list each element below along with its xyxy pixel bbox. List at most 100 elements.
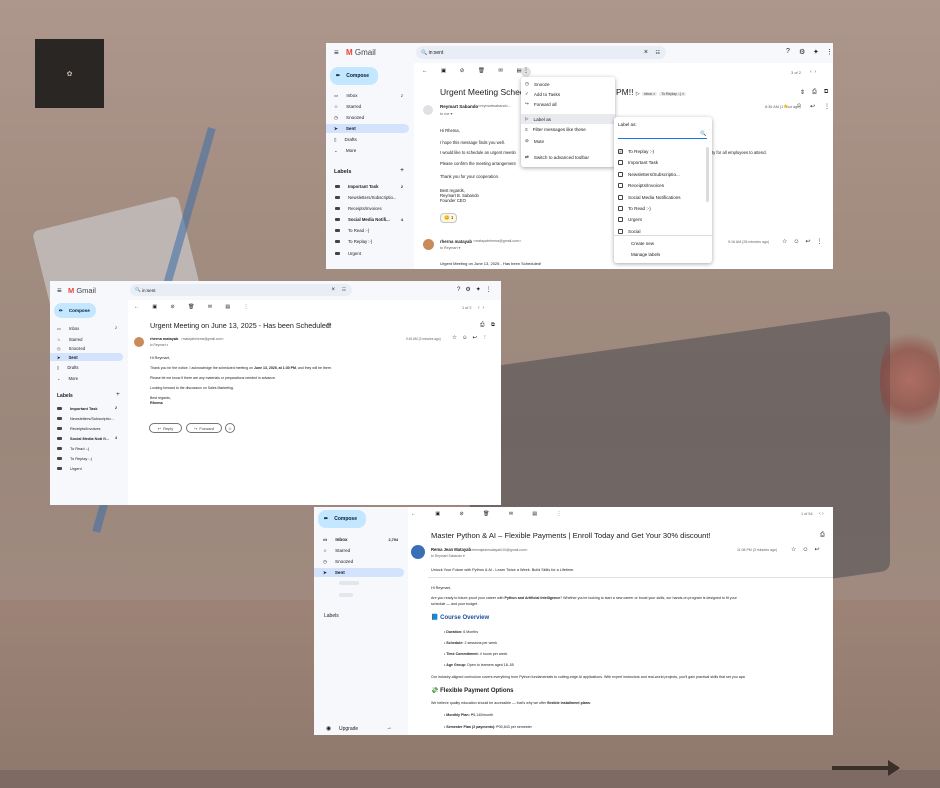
reply-icon[interactable]: ↩ xyxy=(810,103,815,110)
label-option[interactable]: Newsletters/Subscriptio... xyxy=(618,171,680,177)
menu-item[interactable]: ⊘ Mute xyxy=(525,138,544,144)
nav-item-sent[interactable]: ➤ Sent xyxy=(314,568,404,577)
menu-icon[interactable]: ≡ xyxy=(334,48,339,57)
label-item[interactable]: Important Task 2 xyxy=(50,404,123,412)
pager-arrows[interactable]: ‹ › xyxy=(819,511,824,517)
label-item[interactable]: To Replay :-) xyxy=(50,454,123,462)
label-item[interactable]: Receipts/Invoices xyxy=(50,424,123,432)
menu-item[interactable]: ⇄ Switch to advanced toolbar xyxy=(525,154,589,160)
upgrade-link[interactable]: Upgrade xyxy=(339,726,358,732)
message-actions[interactable]: ☆☺↩ xyxy=(791,546,826,553)
header-icons[interactable]: ?⚙✦⋮ xyxy=(457,286,497,293)
label-item[interactable]: Newsletters/Subscriptio... xyxy=(50,414,123,422)
nav-item-inbox[interactable]: ▭ Inbox 2 xyxy=(50,324,123,332)
label-item[interactable]: To Read :-) xyxy=(326,226,409,235)
menu-icon[interactable]: ≡ xyxy=(57,286,62,295)
toolbar-icons[interactable]: ← ▣ ⊘ 🗑 ✉ ▤ ⋮ xyxy=(411,511,571,517)
checkbox[interactable]: ✓ xyxy=(618,149,623,154)
menu-item[interactable]: ↪ Forward all xyxy=(525,101,557,107)
nav-item-starred[interactable]: ☆ Starred xyxy=(50,335,123,343)
search-bar[interactable]: 🔍 in:sent × ☷ xyxy=(416,46,666,59)
nav-item-snoozed[interactable]: ◷ Snoozed xyxy=(314,557,404,566)
pager-arrows[interactable]: ‹ › xyxy=(478,305,484,311)
settings-icon[interactable]: ⚙ xyxy=(799,48,805,56)
star-icon[interactable]: ★ xyxy=(783,103,788,110)
emoji-button[interactable]: ☺ xyxy=(225,423,235,433)
print-icon[interactable]: ⎙ xyxy=(820,532,825,539)
print-icon[interactable]: ⎙ xyxy=(480,322,484,329)
search-options-icon[interactable]: ☷ xyxy=(342,287,346,293)
help-icon[interactable]: ? xyxy=(786,48,790,55)
search-options-icon[interactable]: ☷ xyxy=(656,50,660,56)
label-option[interactable]: Important Task xyxy=(618,160,658,166)
reply-button[interactable]: ↩ Reply xyxy=(149,423,182,433)
expand-icon[interactable]: ⇕ xyxy=(800,89,805,96)
nav-item-inbox[interactable]: ▭ Inbox 2,794 xyxy=(314,535,404,544)
toolbar-icons[interactable]: ← ▣ ⊘ 🗑 ✉ ▤ xyxy=(422,68,528,74)
label-option[interactable]: To Read :-) xyxy=(618,206,651,211)
clear-search-icon[interactable]: × xyxy=(331,287,335,293)
label-scrollbar[interactable] xyxy=(706,147,709,202)
compose-button[interactable]: ✏ Compose xyxy=(330,67,378,85)
label-chip-toreplay[interactable]: To Replay :-) × xyxy=(659,92,687,96)
checkbox[interactable] xyxy=(618,160,623,166)
search-input[interactable]: in:sent xyxy=(142,288,156,293)
clear-search-icon[interactable]: × xyxy=(644,49,648,56)
nav-item-starred[interactable]: ☆ Starred xyxy=(326,102,409,111)
recipient[interactable]: to Reymart ▾ xyxy=(150,343,168,347)
recipient[interactable]: to me ▾ xyxy=(440,111,452,116)
menu-item[interactable]: ✓ Add to Tasks xyxy=(525,91,560,97)
nav-item-starred[interactable]: ☆ Starred xyxy=(314,546,404,555)
label-option[interactable]: Urgent xyxy=(618,217,642,223)
manage-labels[interactable]: Manage labels xyxy=(631,252,660,257)
menu-item[interactable]: ◷ Snooze xyxy=(525,81,550,87)
compose-button[interactable]: ✏ Compose xyxy=(318,510,366,528)
toolbar-icons[interactable]: ← ▣ ⊘ 🗑 ✉ ▤ ⋮ xyxy=(134,304,255,310)
label-item[interactable]: Important Task 2 xyxy=(326,182,409,191)
label-item[interactable]: To Read :-) xyxy=(50,444,123,452)
recipient[interactable]: to Reymart Sabando ▾ xyxy=(431,554,465,558)
forward-button[interactable]: ↪ Forward xyxy=(186,423,222,433)
label-option[interactable]: ✓ To Replay :-) xyxy=(618,149,654,154)
compose-button[interactable]: ✏ Compose xyxy=(54,303,96,318)
label-item[interactable]: Urgent xyxy=(50,464,123,472)
nav-item-snoozed[interactable]: ◷ Snoozed xyxy=(326,113,409,122)
label-item[interactable]: To Replay :-) xyxy=(326,237,409,246)
gemini-icon[interactable]: ✦ xyxy=(813,48,819,56)
label-option[interactable]: Receipts/Invoices xyxy=(618,183,664,189)
label-item[interactable]: Urgent xyxy=(326,249,409,258)
create-new-label[interactable]: Create new xyxy=(631,241,654,246)
nav-item-sent[interactable]: ➤ Sent xyxy=(50,353,123,361)
search-bar[interactable]: 🔍 in:sent × ☷ xyxy=(130,284,352,296)
nav-item-inbox[interactable]: ▭ Inbox 2 xyxy=(326,91,409,100)
menu-item[interactable]: ≡ Filter messages like these xyxy=(525,127,586,132)
checkbox[interactable] xyxy=(618,183,623,189)
add-label-icon[interactable]: + xyxy=(400,167,404,174)
label-option[interactable]: Social Media Notifications xyxy=(618,194,681,200)
checkbox[interactable] xyxy=(618,194,623,200)
more-icon[interactable]: ⋮ xyxy=(824,103,830,110)
label-chip-inbox[interactable]: Inbox × xyxy=(641,92,658,96)
checkbox[interactable] xyxy=(618,228,623,234)
reaction-chip[interactable]: 😊 1 xyxy=(440,213,458,223)
nav-item-sent[interactable]: ➤ Sent xyxy=(326,124,409,133)
checkbox[interactable] xyxy=(618,217,623,223)
apps-icon[interactable]: ⋮ xyxy=(826,48,833,56)
open-new-window-icon[interactable]: ⧉ xyxy=(491,322,495,329)
nav-item-drafts[interactable]: ▯ Drafts xyxy=(50,363,123,371)
label-filter-input[interactable] xyxy=(618,131,707,139)
emoji-icon[interactable]: ☺ xyxy=(796,103,802,109)
message-actions[interactable]: ☆☺↩⋮ xyxy=(452,335,493,341)
next-arrow-icon[interactable] xyxy=(832,760,900,776)
label-item[interactable]: Newsletters/Subscriptio... xyxy=(326,193,409,202)
print-icon[interactable]: ⎙ xyxy=(812,89,817,96)
menu-item[interactable]: ▷ Label as xyxy=(521,114,615,124)
more-options-icon[interactable]: ⋮ xyxy=(521,67,531,77)
checkbox[interactable] xyxy=(618,206,623,211)
label-item[interactable]: Social Media Notifi... 4 xyxy=(326,215,409,224)
label-item[interactable]: Receipts/Invoices xyxy=(326,204,409,213)
add-label-icon[interactable]: + xyxy=(116,391,120,398)
pager-arrows[interactable]: ‹ › xyxy=(810,69,816,75)
label-important-icon[interactable]: ▷ xyxy=(327,322,331,328)
reply-actions[interactable]: ☆☺↩⋮ xyxy=(782,238,829,245)
